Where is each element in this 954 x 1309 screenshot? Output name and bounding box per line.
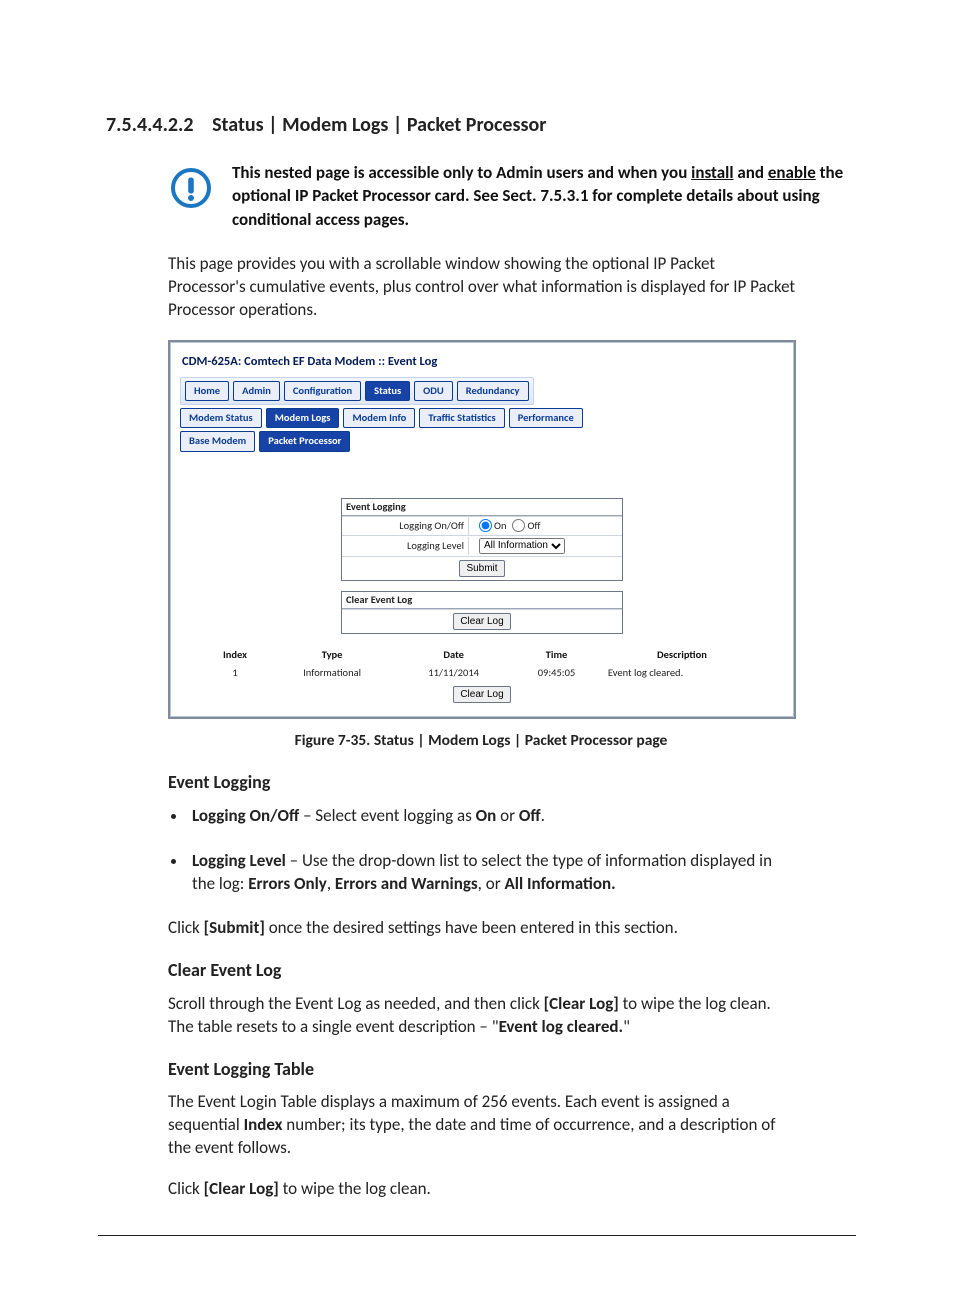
tab-traffic-statistics[interactable]: Traffic Statistics <box>419 408 504 428</box>
tabs-row-1: Home Admin Configuration Status ODU Redu… <box>180 377 534 405</box>
table-header-row: Index Type Date Time Description <box>202 646 762 664</box>
tab-admin[interactable]: Admin <box>233 381 280 401</box>
embedded-window-title: CDM-625A: Comtech EF Data Modem :: Event… <box>182 354 784 371</box>
table-row: 1 Informational 11/11/2014 09:45:05 Even… <box>202 664 762 682</box>
table-clear-log-button[interactable]: Clear Log <box>453 686 510 703</box>
list-item: Logging On/Off – Select event logging as… <box>188 805 796 828</box>
admonition-note: This nested page is accessible only to A… <box>168 161 856 231</box>
subheading-event-logging: Event Logging <box>168 770 856 794</box>
radio-off[interactable]: Off <box>512 519 540 533</box>
tab-configuration[interactable]: Configuration <box>284 381 361 401</box>
tab-redundancy[interactable]: Redundancy <box>457 381 529 401</box>
tab-base-modem[interactable]: Base Modem <box>180 431 255 451</box>
clear-log-button[interactable]: Clear Log <box>453 613 510 630</box>
tab-odu[interactable]: ODU <box>414 381 453 401</box>
table-paragraph-1: The Event Login Table displays a maximum… <box>168 1091 796 1160</box>
panel-clear-header: Clear Event Log <box>342 592 622 609</box>
select-logging-level[interactable]: All Information <box>479 538 565 554</box>
label-logging-onoff: Logging On/Off <box>342 517 469 535</box>
panel-event-logging-header: Event Logging <box>342 499 622 516</box>
section-title: Status | Modem Logs | Packet Processor <box>212 113 546 137</box>
event-log-table-wrap: Index Type Date Time Description 1 Infor… <box>202 646 762 703</box>
tab-performance[interactable]: Performance <box>509 408 583 428</box>
submit-instruction: Click [Submit] once the desired settings… <box>168 917 796 940</box>
clear-paragraph: Scroll through the Event Log as needed, … <box>168 993 796 1039</box>
tab-modem-status[interactable]: Modem Status <box>180 408 262 428</box>
label-logging-level: Logging Level <box>342 537 469 555</box>
event-log-table: Index Type Date Time Description 1 Infor… <box>202 646 762 682</box>
tab-modem-info[interactable]: Modem Info <box>343 408 415 428</box>
submit-button[interactable]: Submit <box>459 560 504 577</box>
tab-status[interactable]: Status <box>365 381 410 401</box>
subheading-clear-event-log: Clear Event Log <box>168 958 856 982</box>
section-number: 7.5.4.4.2.2 <box>106 112 194 139</box>
figure-caption: Figure 7-35. Status | Modem Logs | Packe… <box>106 731 856 752</box>
intro-paragraph: This page provides you with a scrollable… <box>168 253 796 322</box>
section-heading: 7.5.4.4.2.2 Status | Modem Logs | Packet… <box>106 112 856 139</box>
tab-packet-processor[interactable]: Packet Processor <box>259 431 350 451</box>
panel-event-logging: Event Logging Logging On/Off On Off Logg… <box>341 498 623 581</box>
list-item: Logging Level – Use the drop-down list t… <box>188 850 796 896</box>
alert-icon <box>170 167 212 209</box>
panel-clear-event-log: Clear Event Log Clear Log <box>341 591 623 634</box>
tabs-row-3: Base Modem Packet Processor <box>180 431 784 451</box>
subheading-event-logging-table: Event Logging Table <box>168 1057 856 1081</box>
tab-modem-logs[interactable]: Modem Logs <box>266 408 340 428</box>
admonition-text: This nested page is accessible only to A… <box>232 161 856 231</box>
radio-on[interactable]: On <box>479 519 506 533</box>
bullet-list-event-logging: Logging On/Off – Select event logging as… <box>188 805 796 896</box>
embedded-screenshot: CDM-625A: Comtech EF Data Modem :: Event… <box>168 340 796 719</box>
tabs-row-2: Modem Status Modem Logs Modem Info Traff… <box>180 408 784 428</box>
table-paragraph-2: Click [Clear Log] to wipe the log clean. <box>168 1178 796 1201</box>
tab-home[interactable]: Home <box>185 381 229 401</box>
footer-rule <box>98 1235 856 1236</box>
